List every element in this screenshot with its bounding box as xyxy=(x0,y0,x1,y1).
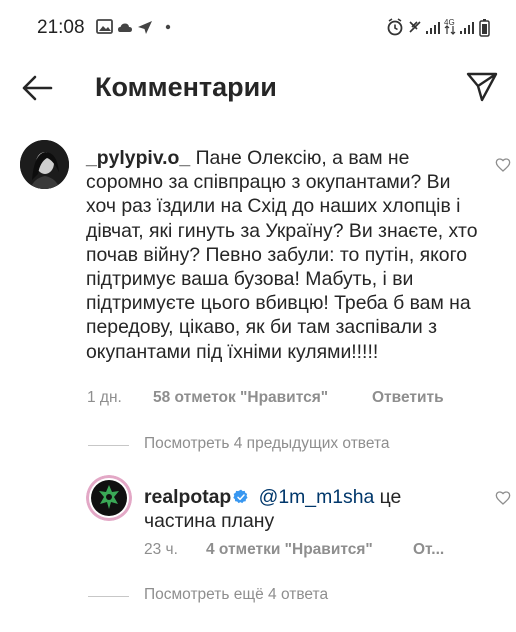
reply-body: realpotap @1m_m1sha це частина плану xyxy=(144,485,444,533)
status-bar: 21:08 4G xyxy=(0,0,516,52)
avatar[interactable] xyxy=(20,140,69,189)
heart-icon[interactable] xyxy=(495,157,511,173)
comment-username[interactable]: _pylypiv.o_ xyxy=(86,147,190,169)
reply-heart-icon[interactable] xyxy=(495,490,511,506)
reply-avatar[interactable] xyxy=(86,475,132,521)
reply-username[interactable]: realpotap xyxy=(144,486,231,508)
reply-likes[interactable]: 4 отметки "Нравится" xyxy=(206,541,373,559)
reply-mention[interactable]: @1m_m1sha xyxy=(259,486,375,508)
reply-reply-button[interactable]: От... xyxy=(413,541,444,559)
view-more-replies[interactable]: Посмотреть ещё 4 ответа xyxy=(144,586,328,604)
reply-button-label: Ответить xyxy=(372,389,444,406)
back-arrow-icon[interactable] xyxy=(18,68,58,108)
comment-likes-label: 58 отметок "Нравится" xyxy=(153,389,329,406)
status-time: 21:08 xyxy=(37,17,85,38)
reply-reply-button-label: От... xyxy=(413,541,445,558)
comment-text: Пане Олексію, а вам не соромно за співпр… xyxy=(86,147,478,363)
reply-time: 23 ч. xyxy=(144,541,178,558)
comment-likes[interactable]: 58 отметок "Нравится" xyxy=(153,389,328,407)
comment-body: _pylypiv.o_ Пане Олексію, а вам не сором… xyxy=(86,146,478,364)
verified-badge-icon xyxy=(233,489,248,504)
send-icon[interactable] xyxy=(462,66,502,106)
system-status-icons: 4G xyxy=(387,18,490,37)
view-previous-replies[interactable]: Посмотреть 4 предыдущих ответа xyxy=(144,435,390,453)
network-type-label: 4G xyxy=(444,18,455,27)
reply-likes-label: 4 отметки "Нравится" xyxy=(206,541,373,558)
app-bar: Комментарии xyxy=(0,52,516,124)
divider-line xyxy=(88,445,129,446)
divider-line xyxy=(88,596,129,597)
notification-icons xyxy=(96,19,171,34)
reply-button[interactable]: Ответить xyxy=(372,389,444,407)
page-title: Комментарии xyxy=(95,72,277,102)
reply-avatar-logo xyxy=(86,475,132,521)
avatar-photo xyxy=(20,140,69,189)
comment-time: 1 дн. xyxy=(87,389,122,406)
